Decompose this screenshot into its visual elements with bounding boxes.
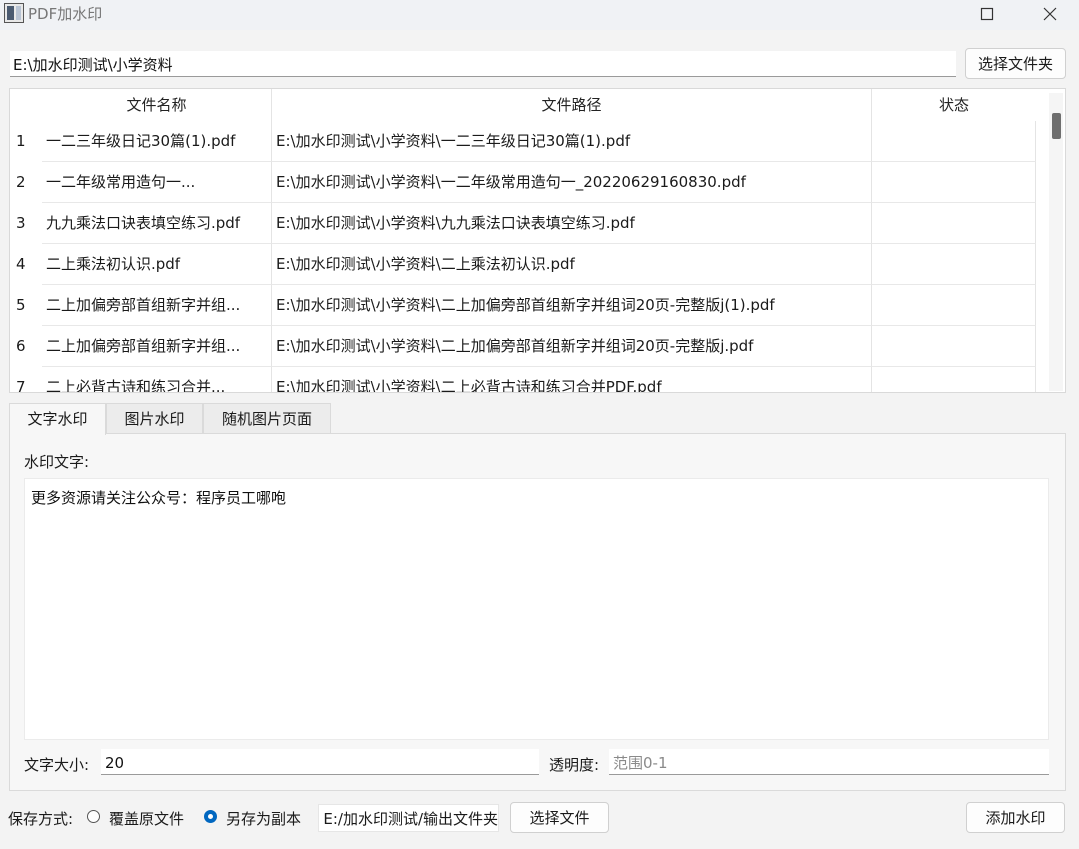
file-name-cell: 二上加偏旁部首组新字并组... [42,285,272,326]
save-mode-label: 保存方式: [8,810,74,828]
output-folder-field[interactable]: E:/加水印测试/输出文件夹 [318,804,499,832]
file-path-cell: E:\加水印测试\小学资料\一二三年级日记30篇(1).pdf [272,121,872,162]
row-number: 4 [16,255,26,273]
row-number: 2 [16,173,26,191]
text-watermark-panel: 水印文字: 更多资源请关注公众号：程序员工哪咆 文字大小: 透明度: [9,433,1066,791]
header-file-name[interactable]: 文件名称 [42,89,272,121]
choose-folder-button[interactable]: 选择文件夹 [965,48,1066,79]
font-size-input[interactable] [101,749,539,775]
maximize-icon [980,7,994,21]
opacity-input[interactable] [609,749,1049,775]
folder-path-input[interactable] [10,51,956,77]
table-row[interactable]: 7 二上必背古诗和练习合并... E:\加水印测试\小学资料\二上必背古诗和练习… [10,367,1040,393]
title-bar: PDF加水印 [0,0,1079,30]
window-title: PDF加水印 [28,5,103,23]
opacity-label: 透明度: [549,756,600,774]
add-watermark-button[interactable]: 添加水印 [966,802,1065,833]
tab-image-watermark[interactable]: 图片水印 [106,403,203,434]
watermark-text-input[interactable]: 更多资源请关注公众号：程序员工哪咆 [24,478,1049,740]
scrollbar-thumb[interactable] [1052,113,1061,139]
file-name-cell: 二上加偏旁部首组新字并组... [42,326,272,367]
file-path-cell: E:\加水印测试\小学资料\一二年级常用造句一_20220629160830.p… [272,162,872,203]
file-path-cell: E:\加水印测试\小学资料\九九乘法口诀表填空练习.pdf [272,203,872,244]
output-folder-path: E:/加水印测试/输出文件夹 [323,810,498,828]
header-file-path[interactable]: 文件路径 [272,89,872,121]
table-row[interactable]: 2 一二年级常用造句一... E:\加水印测试\小学资料\一二年级常用造句一_2… [10,162,1040,203]
table-scrollbar[interactable] [1049,93,1063,391]
file-name-cell: 二上乘法初认识.pdf [42,244,272,285]
app-icon [4,3,24,23]
table-row[interactable]: 5 二上加偏旁部首组新字并组... E:\加水印测试\小学资料\二上加偏旁部首组… [10,285,1040,326]
overwrite-option-label[interactable]: 覆盖原文件 [109,808,184,829]
row-number: 5 [16,296,26,314]
status-cell [872,326,1036,367]
file-name-cell: 九九乘法口诀表填空练习.pdf [42,203,272,244]
row-number: 6 [16,337,26,355]
file-name-cell: 一二年级常用造句一... [42,162,272,203]
status-cell [872,203,1036,244]
maximize-button[interactable] [964,0,1010,28]
header-status[interactable]: 状态 [872,89,1036,121]
status-cell [872,285,1036,326]
save-copy-option-label[interactable]: 另存为副本 [226,808,301,829]
row-number: 1 [16,132,26,150]
file-path-cell: E:\加水印测试\小学资料\二上乘法初认识.pdf [272,244,872,285]
table-row[interactable]: 1 一二三年级日记30篇(1).pdf E:\加水印测试\小学资料\一二三年级日… [10,121,1040,162]
row-number: 3 [16,214,26,232]
table-row[interactable]: 3 九九乘法口诀表填空练习.pdf E:\加水印测试\小学资料\九九乘法口诀表填… [10,203,1040,244]
close-icon [1043,7,1057,21]
overwrite-radio[interactable] [87,810,100,823]
status-cell [872,367,1036,392]
save-copy-radio[interactable] [204,810,217,823]
file-path-cell: E:\加水印测试\小学资料\二上必背古诗和练习合并PDF.pdf [272,367,872,392]
status-cell [872,244,1036,285]
table-header: 文件名称 文件路径 状态 [10,89,1040,121]
choose-file-button[interactable]: 选择文件 [510,802,609,833]
tab-random-image-page[interactable]: 随机图片页面 [203,403,331,434]
file-name-cell: 一二三年级日记30篇(1).pdf [42,121,272,162]
file-table[interactable]: 文件名称 文件路径 状态 1 一二三年级日记30篇(1).pdf E:\加水印测… [9,88,1066,393]
file-path-cell: E:\加水印测试\小学资料\二上加偏旁部首组新字并组词20页-完整版j.pdf [272,326,872,367]
close-button[interactable] [1027,0,1073,28]
tab-text-watermark[interactable]: 文字水印 [9,403,106,435]
table-row[interactable]: 4 二上乘法初认识.pdf E:\加水印测试\小学资料\二上乘法初认识.pdf [10,244,1040,285]
row-number: 7 [16,378,26,393]
status-cell [872,162,1036,203]
table-row[interactable]: 6 二上加偏旁部首组新字并组... E:\加水印测试\小学资料\二上加偏旁部首组… [10,326,1040,367]
watermark-text-label: 水印文字: [24,453,90,471]
file-path-cell: E:\加水印测试\小学资料\二上加偏旁部首组新字并组词20页-完整版j(1).p… [272,285,872,326]
status-cell [872,121,1036,162]
file-name-cell: 二上必背古诗和练习合并... [42,367,272,392]
font-size-label: 文字大小: [24,756,90,774]
